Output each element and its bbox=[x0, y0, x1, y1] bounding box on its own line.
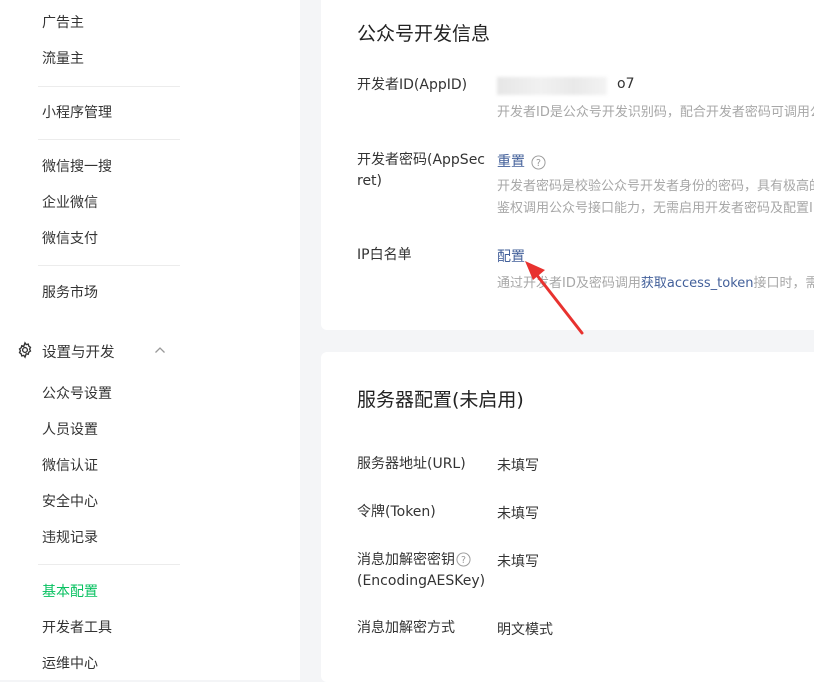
sidebar-item-account-settings[interactable]: 公众号设置 bbox=[42, 383, 112, 403]
token-label: 令牌(Token) bbox=[357, 504, 436, 520]
server-url-value: 未填写 bbox=[497, 458, 539, 474]
sidebar-item-ops-center[interactable]: 运维中心 bbox=[42, 653, 98, 673]
gear-icon bbox=[18, 341, 32, 359]
sidebar-item-pay[interactable]: 微信支付 bbox=[42, 228, 98, 248]
sidebar-item-publisher[interactable]: 流量主 bbox=[42, 48, 84, 68]
ip-desc-prefix: 通过开发者ID及密码调用 bbox=[497, 276, 641, 291]
ip-whitelist-label: IP白名单 bbox=[357, 247, 412, 263]
sidebar: 广告主 流量主 小程序管理 微信搜一搜 企业微信 微信支付 服务市场 设置与开发… bbox=[0, 0, 300, 680]
encrypt-mode-label: 消息加解密方式 bbox=[357, 620, 455, 636]
appid-label: 开发者ID(AppID) bbox=[357, 77, 468, 93]
appsecret-label-line1: 开发者密码(AppSec bbox=[357, 152, 486, 168]
get-access-token-link[interactable]: 获取access_token bbox=[641, 276, 754, 291]
sidebar-group-settings-dev[interactable]: 设置与开发 bbox=[16, 338, 176, 362]
appsecret-description-line1: 开发者密码是校验公众号开发者身份的密码，具有极高的 bbox=[497, 179, 814, 194]
svg-text:?: ? bbox=[461, 555, 466, 566]
sidebar-item-security[interactable]: 安全中心 bbox=[42, 491, 98, 511]
appid-description: 开发者ID是公众号开发识别码，配合开发者密码可调用公 bbox=[497, 105, 814, 120]
sidebar-item-violations[interactable]: 违规记录 bbox=[42, 527, 98, 547]
appid-value-suffix: o7 bbox=[617, 76, 635, 92]
sidebar-item-mini-program[interactable]: 小程序管理 bbox=[42, 102, 112, 122]
help-icon[interactable]: ? bbox=[531, 154, 546, 170]
server-url-label: 服务器地址(URL) bbox=[357, 456, 466, 472]
help-icon[interactable]: ? bbox=[456, 552, 471, 567]
token-value: 未填写 bbox=[497, 506, 539, 522]
aes-key-label-text: 消息加解密密钥 bbox=[357, 552, 455, 568]
appid-masked-value bbox=[497, 77, 607, 95]
svg-text:?: ? bbox=[536, 157, 541, 168]
ip-desc-suffix: 接口时，需要 bbox=[753, 276, 814, 291]
sidebar-divider bbox=[38, 265, 180, 266]
configure-ip-link[interactable]: 配置 bbox=[497, 249, 525, 265]
sidebar-item-dev-tools[interactable]: 开发者工具 bbox=[42, 617, 112, 637]
sidebar-item-staff-settings[interactable]: 人员设置 bbox=[42, 419, 98, 439]
sidebar-divider bbox=[38, 139, 180, 140]
sidebar-item-basic-config[interactable]: 基本配置 bbox=[42, 581, 98, 601]
encrypt-mode-value: 明文模式 bbox=[497, 622, 553, 638]
ip-whitelist-actions: 配置 bbox=[497, 246, 525, 266]
dev-info-title: 公众号开发信息 bbox=[357, 23, 491, 45]
sidebar-divider bbox=[38, 86, 180, 87]
server-config-card: 服务器配置(未启用) 服务器地址(URL) 未填写 令牌(Token) 未填写 … bbox=[321, 352, 814, 682]
chevron-up-icon[interactable] bbox=[153, 343, 167, 357]
ip-whitelist-description: 通过开发者ID及密码调用获取access_token接口时，需要 bbox=[497, 273, 814, 294]
server-config-title: 服务器配置(未启用) bbox=[357, 389, 524, 411]
appsecret-actions: 重置 ? bbox=[497, 151, 546, 171]
sidebar-item-market[interactable]: 服务市场 bbox=[42, 282, 98, 302]
aes-key-label-line1: 消息加解密密钥 ? bbox=[357, 550, 471, 571]
sidebar-item-verification[interactable]: 微信认证 bbox=[42, 455, 98, 475]
aes-key-value: 未填写 bbox=[497, 554, 539, 570]
aes-key-label-line2: (EncodingAESKey) bbox=[357, 573, 486, 589]
sidebar-divider bbox=[38, 564, 180, 565]
dev-info-card: 公众号开发信息 开发者ID(AppID) o7 开发者ID是公众号开发识别码，配… bbox=[321, 0, 814, 330]
appsecret-description-line2: 鉴权调用公众号接口能力，无需启用开发者密码及配置IP白 bbox=[497, 201, 814, 216]
appsecret-label-line2: ret) bbox=[357, 173, 383, 189]
sidebar-item-search[interactable]: 微信搜一搜 bbox=[42, 156, 112, 176]
reset-secret-link[interactable]: 重置 bbox=[497, 154, 525, 170]
sidebar-item-work-wechat[interactable]: 企业微信 bbox=[42, 192, 98, 212]
sidebar-item-advertiser[interactable]: 广告主 bbox=[42, 12, 84, 32]
sidebar-group-label: 设置与开发 bbox=[42, 345, 115, 361]
